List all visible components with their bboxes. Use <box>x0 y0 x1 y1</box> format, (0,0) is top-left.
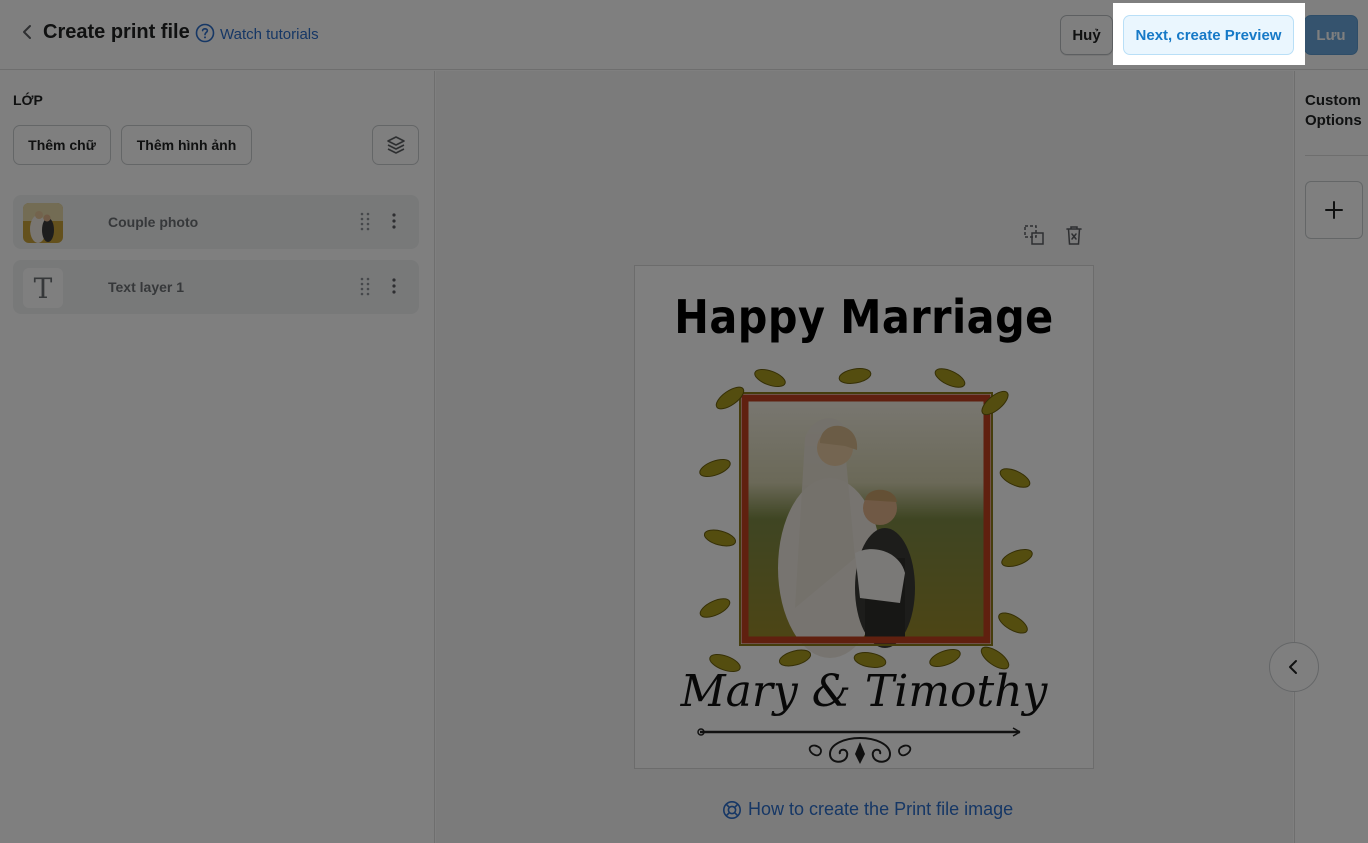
plus-icon <box>1325 201 1343 219</box>
more-vertical-icon[interactable] <box>389 211 399 231</box>
layer-item-couple-photo[interactable]: Couple photo <box>13 195 419 249</box>
print-file-help-link[interactable]: How to create the Print file image <box>722 799 1013 820</box>
back-chevron-icon[interactable] <box>18 22 38 42</box>
custom-options-panel: Custom Options <box>1294 71 1368 843</box>
next-create-preview-button[interactable]: Next, create Preview <box>1123 15 1294 55</box>
trash-icon[interactable] <box>1062 223 1086 247</box>
layer-thumbnail-photo <box>23 203 63 243</box>
save-button[interactable]: Lưu <box>1304 15 1358 55</box>
watch-tutorials-link[interactable]: Watch tutorials <box>220 26 319 43</box>
tour-spotlight: Next, create Preview <box>1113 3 1305 65</box>
page-title: Create print file <box>43 21 190 43</box>
drag-handle-icon[interactable] <box>359 276 371 296</box>
chevron-left-icon <box>1289 660 1297 674</box>
drag-handle-icon[interactable] <box>359 211 371 231</box>
add-custom-option-button[interactable] <box>1305 181 1363 239</box>
layers-panel-title: LỚP <box>13 92 43 108</box>
lifebuoy-icon <box>723 800 741 819</box>
duplicate-icon[interactable] <box>1022 223 1046 247</box>
layer-name: Couple photo <box>108 214 199 230</box>
custom-options-title: Custom Options <box>1305 92 1362 129</box>
help-circle-icon[interactable] <box>195 23 215 43</box>
layer-name: Text layer 1 <box>108 279 185 295</box>
add-text-button[interactable]: Thêm chữ <box>13 125 111 165</box>
photo-frame-image[interactable] <box>695 358 1035 678</box>
print-file-help-text: How to create the Print file image <box>748 799 1014 819</box>
design-names-text[interactable]: Mary & Timothy <box>635 666 1093 717</box>
design-canvas-area: Happy Marriage Mary & Timothy How to cre… <box>436 71 1293 843</box>
app-root: Create print file Watch tutorials Huỷ Lư… <box>0 0 1368 843</box>
collapse-panel-button[interactable] <box>1269 642 1319 692</box>
cancel-button[interactable]: Huỷ <box>1060 15 1113 55</box>
add-image-button[interactable]: Thêm hình ảnh <box>121 125 252 165</box>
print-file-artboard[interactable]: Happy Marriage Mary & Timothy <box>634 265 1094 769</box>
divider <box>1305 155 1368 156</box>
layers-stack-icon <box>386 136 405 154</box>
layers-panel: LỚP Thêm chữ Thêm hình ảnh Couple photo … <box>0 71 435 843</box>
text-layer-icon: T <box>23 268 63 308</box>
layer-item-text-layer[interactable]: T Text layer 1 <box>13 260 419 314</box>
ornament-divider-icon <box>697 727 1021 764</box>
layers-toggle-button[interactable] <box>372 125 419 165</box>
design-title-text[interactable]: Happy Marriage <box>658 290 1070 344</box>
more-vertical-icon[interactable] <box>389 276 399 296</box>
